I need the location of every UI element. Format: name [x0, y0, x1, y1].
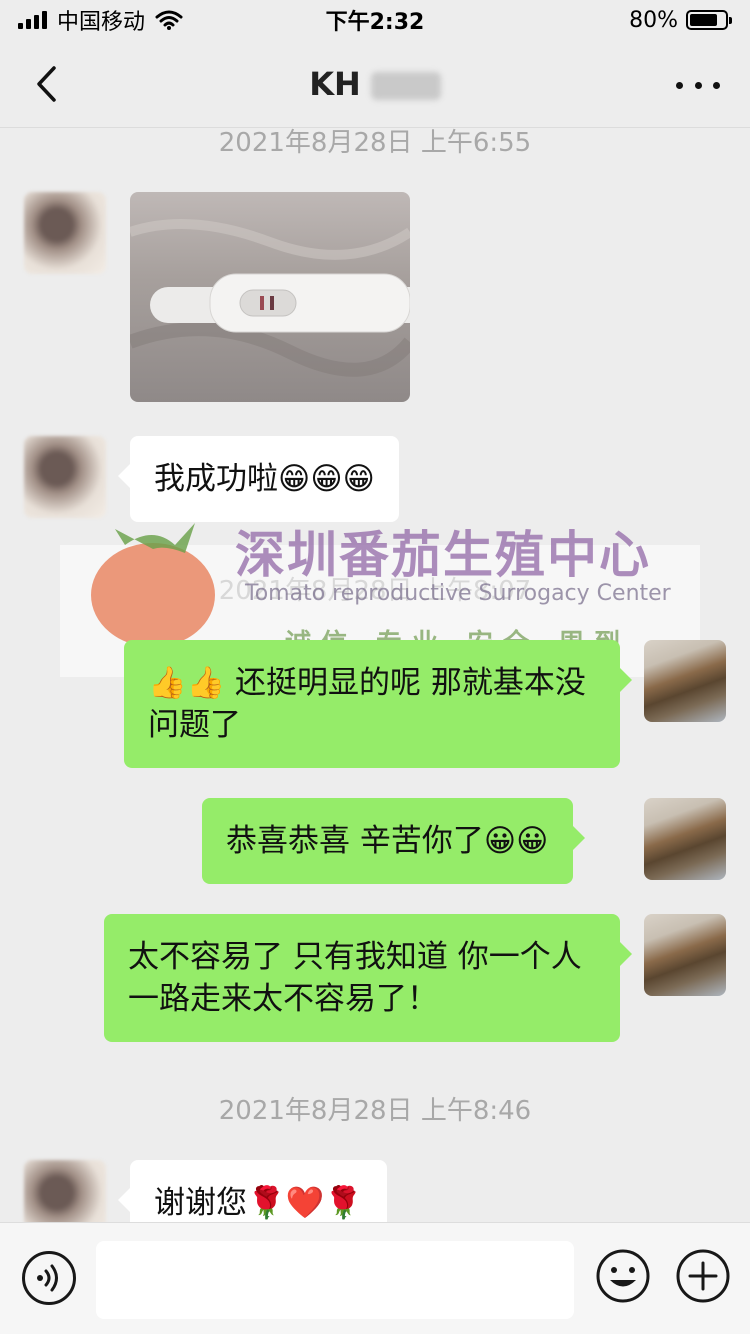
message-bubble-contact[interactable]: 我成功啦😁😁😁 — [118, 436, 399, 522]
message-bubble-me[interactable]: 太不容易了 只有我知道 你一个人一路走来太不容易了！ — [104, 914, 632, 1042]
back-button[interactable] — [26, 62, 66, 106]
status-bar: 中国移动 下午2:32 80% — [0, 0, 750, 40]
more-dot — [694, 81, 702, 89]
test-strip-image — [130, 219, 410, 377]
contact-avatar[interactable] — [24, 436, 106, 518]
contact-avatar[interactable] — [24, 192, 106, 274]
my-avatar[interactable] — [644, 640, 726, 722]
battery-percent: 80% — [629, 7, 678, 33]
carrier-label: 中国移动 — [57, 10, 146, 35]
timestamp: 2021年8月28日 上午8:07 — [218, 576, 532, 606]
timestamp: 2021年8月28日 上午8:46 — [218, 1096, 532, 1126]
my-avatar[interactable] — [644, 914, 726, 996]
chevron-left-icon — [37, 66, 56, 102]
wifi-icon — [155, 10, 183, 30]
image-message[interactable] — [130, 192, 410, 402]
voice-icon — [37, 1264, 58, 1292]
battery-icon — [686, 10, 732, 30]
chat-title-text: KH — [309, 64, 361, 103]
plus-icon — [676, 1249, 730, 1303]
chat-title-redacted — [370, 71, 441, 100]
message-bubble-me[interactable]: 👍👍 还挺明显的呢 那就基本没问题了 — [124, 640, 632, 768]
status-left: 中国移动 — [18, 4, 183, 36]
chat-header: KH — [0, 40, 750, 128]
plus-button[interactable] — [674, 1247, 732, 1305]
message-input[interactable] — [96, 1241, 574, 1319]
signal-icon — [18, 11, 47, 29]
chat-title: KH — [309, 65, 441, 103]
my-avatar[interactable] — [644, 798, 726, 880]
more-button[interactable] — [676, 70, 720, 100]
battery-fill — [690, 14, 718, 26]
message-bubble-me[interactable]: 恭喜恭喜 辛苦你了😀😀 — [202, 798, 584, 884]
voice-button[interactable] — [22, 1251, 76, 1305]
status-right: 80% — [629, 7, 732, 33]
emoji-button[interactable] — [594, 1247, 652, 1305]
emoji-icon — [596, 1249, 650, 1303]
input-bar — [0, 1222, 750, 1334]
more-dot — [713, 81, 720, 89]
timestamp: 2021年8月28日 上午6:55 — [218, 128, 532, 158]
more-dot — [676, 81, 683, 89]
